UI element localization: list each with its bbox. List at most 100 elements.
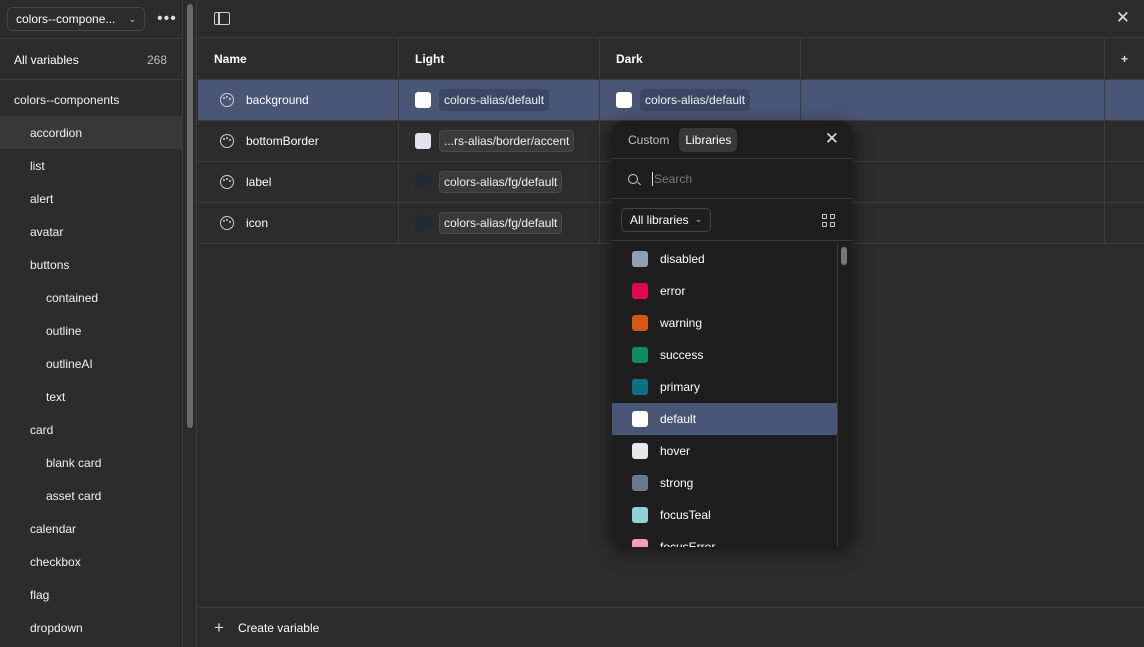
library-select-label: All libraries <box>630 212 689 227</box>
library-variable-item[interactable]: focusTeal <box>612 499 837 531</box>
variable-name: background <box>246 93 309 107</box>
tab-libraries[interactable]: Libraries <box>679 127 738 152</box>
variable-name-cell[interactable]: background <box>198 80 399 120</box>
library-variable-label: primary <box>660 380 701 394</box>
search-input[interactable] <box>652 171 822 186</box>
sidebar-item[interactable]: contained <box>0 281 183 314</box>
row-end-cell <box>1105 162 1144 202</box>
sidebar-item[interactable]: accordion <box>0 116 183 149</box>
variable-name-cell[interactable]: bottomBorder <box>198 121 399 161</box>
sidebar-item[interactable]: colors--components <box>0 83 183 116</box>
sidebar-item[interactable]: avatar <box>0 215 183 248</box>
close-icon[interactable]: ✕ <box>825 130 839 147</box>
column-header-name[interactable]: Name <box>198 39 399 79</box>
sidebar-item[interactable]: dropdown <box>0 611 183 644</box>
collection-select[interactable]: colors--compone... ⌄ <box>7 7 145 31</box>
all-variables-item[interactable]: All variables 268 <box>0 41 183 79</box>
color-swatch <box>632 251 648 267</box>
library-select[interactable]: All libraries ⌄ <box>621 207 712 232</box>
chevron-down-icon: ⌄ <box>128 13 136 24</box>
library-variable-item[interactable]: focusError <box>612 531 837 547</box>
row-end-cell <box>1105 121 1144 161</box>
color-swatch <box>632 539 648 547</box>
plus-icon[interactable]: + <box>214 619 224 636</box>
grid-view-icon[interactable] <box>822 214 835 227</box>
library-variable-item[interactable]: primary <box>612 371 837 403</box>
value-cell-light[interactable]: ...rs-alias/border/accent <box>399 121 600 161</box>
sidebar-item[interactable]: list <box>0 149 183 182</box>
library-variable-label: default <box>660 412 697 426</box>
color-swatch[interactable] <box>415 215 431 231</box>
add-mode-icon[interactable]: + <box>1105 39 1144 79</box>
variable-name: icon <box>246 216 269 230</box>
sidebar-item[interactable]: buttons <box>0 248 183 281</box>
sidebar-item[interactable]: card <box>0 413 183 446</box>
column-header-dark[interactable]: Dark <box>600 39 801 79</box>
popover-tabs: Custom Libraries ✕ <box>612 121 852 159</box>
library-variable-label: focusTeal <box>660 508 711 522</box>
alias-chip[interactable]: colors-alias/fg/default <box>439 212 563 234</box>
top-bar: ✕ <box>198 0 1144 38</box>
sidebar-item[interactable]: outline <box>0 314 183 347</box>
bottom-bar: + Create variable <box>198 607 1144 647</box>
more-options-icon[interactable]: ••• <box>157 11 177 27</box>
alias-chip[interactable]: colors-alias/fg/default <box>439 171 563 193</box>
all-variables-count: 268 <box>146 53 167 67</box>
sidebar-toggle-icon[interactable] <box>214 12 230 25</box>
library-variable-item[interactable]: disabled <box>612 243 837 275</box>
color-swatch <box>632 443 648 459</box>
alias-chip[interactable]: colors-alias/default <box>640 89 751 111</box>
popover-scrollbar[interactable] <box>837 243 852 547</box>
library-variable-item[interactable]: hover <box>612 435 837 467</box>
color-swatch <box>632 379 648 395</box>
sidebar-item[interactable]: asset card <box>0 479 183 512</box>
color-swatch[interactable] <box>616 92 632 108</box>
color-swatch[interactable] <box>415 133 431 149</box>
value-cell-light[interactable]: colors-alias/fg/default <box>399 203 600 243</box>
sidebar-item[interactable]: alert <box>0 182 183 215</box>
create-variable-button[interactable]: Create variable <box>238 621 319 635</box>
sidebar-item[interactable]: flag <box>0 578 183 611</box>
sidebar-item[interactable]: checkbox <box>0 545 183 578</box>
sidebar-item[interactable]: blank card <box>0 446 183 479</box>
alias-chip[interactable]: ...rs-alias/border/accent <box>439 130 575 152</box>
sidebar-item[interactable]: outlineAI <box>0 347 183 380</box>
library-variable-item[interactable]: error <box>612 275 837 307</box>
library-variable-label: strong <box>660 476 694 490</box>
table-row[interactable]: background colors-alias/default colors-ali… <box>198 80 1144 121</box>
sidebar: colors--compone... ⌄ ••• All variables 2… <box>0 0 183 647</box>
library-variable-label: focusError <box>660 540 716 547</box>
library-variable-item[interactable]: strong <box>612 467 837 499</box>
column-header-light[interactable]: Light <box>399 39 600 79</box>
variable-name-cell[interactable]: icon <box>198 203 399 243</box>
row-end-cell <box>1105 203 1144 243</box>
variable-name-cell[interactable]: label <box>198 162 399 202</box>
sidebar-scrollbar-thumb[interactable] <box>187 4 193 428</box>
search-icon <box>628 173 638 184</box>
sidebar-scrollbar[interactable] <box>183 0 197 647</box>
tab-custom[interactable]: Custom <box>622 128 675 152</box>
sidebar-item[interactable]: text <box>0 380 183 413</box>
value-cell-dark[interactable]: colors-alias/default <box>600 80 801 120</box>
chevron-down-icon: ⌄ <box>694 214 703 224</box>
color-swatch[interactable] <box>415 92 431 108</box>
color-swatch <box>632 283 648 299</box>
value-cell-light[interactable]: colors-alias/default <box>399 80 600 120</box>
sidebar-item[interactable]: calendar <box>0 512 183 545</box>
library-variable-label: success <box>660 348 704 362</box>
value-cell-light[interactable]: colors-alias/fg/default <box>399 162 600 202</box>
library-variable-item[interactable]: warning <box>612 307 837 339</box>
color-swatch[interactable] <box>415 174 431 190</box>
group-list: colors--components accordion list alert avat… <box>0 83 183 644</box>
close-icon[interactable]: ✕ <box>1116 9 1130 26</box>
alias-chip[interactable]: colors-alias/default <box>439 89 550 111</box>
library-variable-list: disabled error warning success primary defaul… <box>612 243 852 547</box>
row-end-cell <box>1105 80 1144 120</box>
table-header: Name Light Dark + <box>198 39 1144 80</box>
library-variable-item[interactable]: success <box>612 339 837 371</box>
color-swatch <box>632 507 648 523</box>
popover-scrollbar-thumb[interactable] <box>841 247 847 265</box>
library-variable-item[interactable]: default <box>612 403 837 435</box>
color-variable-icon <box>220 175 234 189</box>
variable-name: label <box>246 175 272 189</box>
